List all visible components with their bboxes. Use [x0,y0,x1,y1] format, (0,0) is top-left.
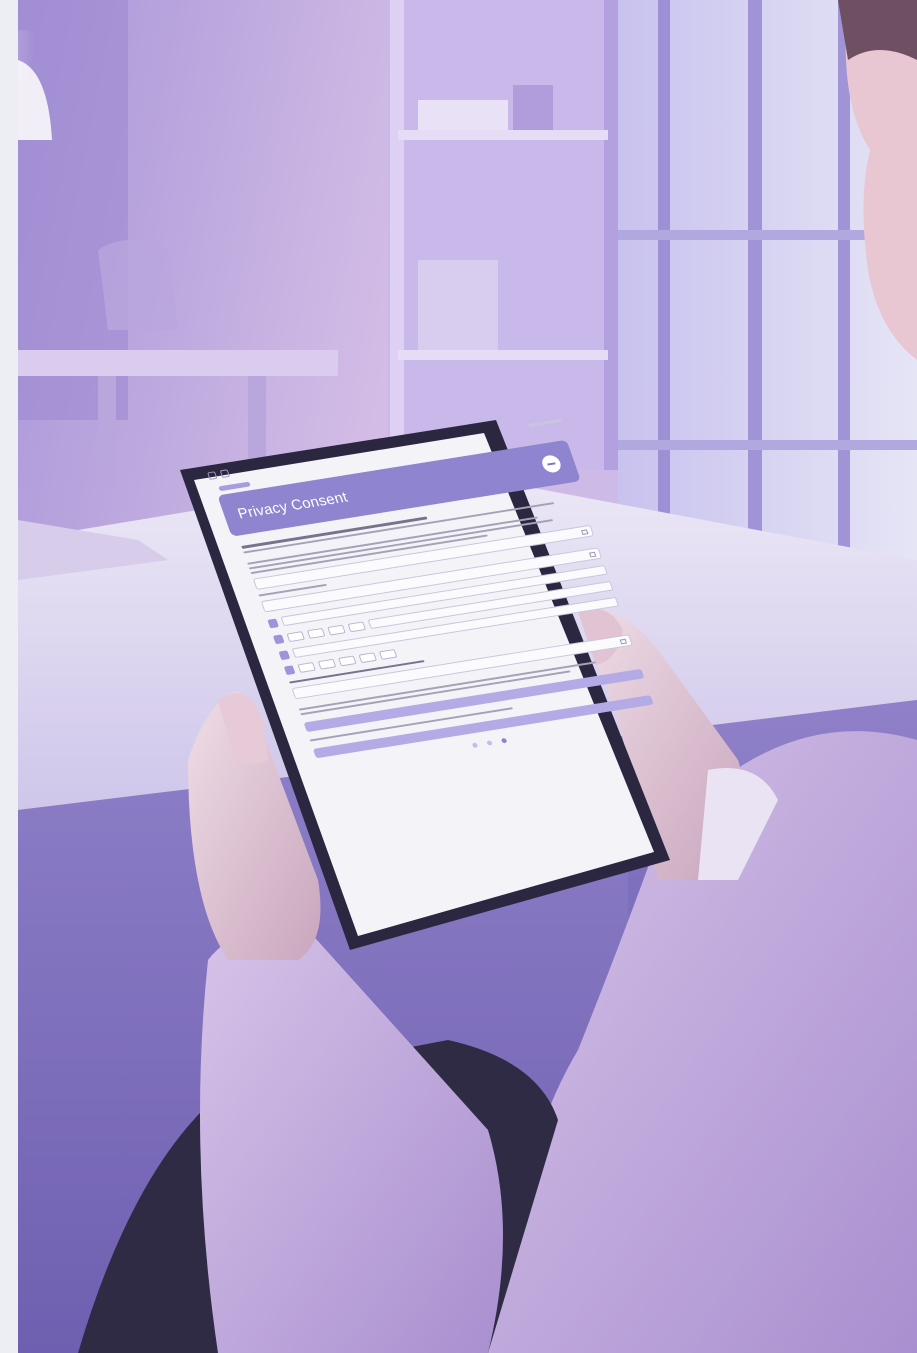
option-chip[interactable] [306,627,326,639]
hamburger-icon[interactable] [539,454,564,474]
option-chip[interactable] [338,655,357,667]
checkbox[interactable] [278,649,291,660]
checkbox[interactable] [267,618,279,628]
option-chip[interactable] [297,662,316,673]
screen-title: Privacy Consent [235,488,350,522]
screen-pill [218,481,251,492]
option-chip[interactable] [317,658,337,670]
option-chip[interactable] [286,630,305,642]
option-chip[interactable] [347,620,366,632]
checkbox[interactable] [283,665,296,676]
left-margin-strip [0,0,18,1353]
tab-icon[interactable] [219,469,231,478]
option-chip[interactable] [327,624,346,636]
option-chip[interactable] [378,649,398,660]
page-dot[interactable] [471,742,478,749]
option-chip[interactable] [358,652,377,664]
back-icon[interactable] [207,471,218,480]
checkbox[interactable] [272,633,285,644]
page-dot[interactable] [485,740,493,746]
page-dot[interactable] [500,737,507,744]
